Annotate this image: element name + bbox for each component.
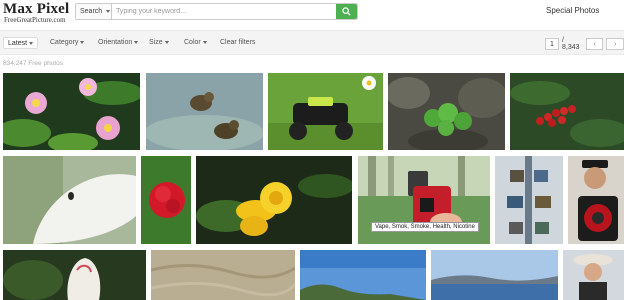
- sky-hills-image: [300, 250, 426, 300]
- photo-sky-hills[interactable]: [300, 250, 426, 300]
- photo-child-speaker[interactable]: [568, 156, 624, 244]
- ducklings-image: [146, 73, 263, 150]
- toy-atv-image: [268, 73, 383, 150]
- white-petal-image: [3, 156, 136, 244]
- yellow-flower-image: [196, 156, 352, 244]
- page-total: / 8,343: [562, 37, 580, 51]
- search-bar: Search: [75, 3, 358, 20]
- sand-image: [151, 250, 295, 300]
- chevron-down-icon: [106, 10, 111, 13]
- photo-white-petal[interactable]: [3, 156, 136, 244]
- decorative-post-image: [495, 156, 563, 244]
- photo-sand[interactable]: [151, 250, 295, 300]
- photo-green-plant[interactable]: [388, 73, 505, 150]
- photo-red-berries[interactable]: [510, 73, 624, 150]
- sort-dropdown[interactable]: Latest: [3, 37, 39, 49]
- photo-girl-hat[interactable]: [563, 250, 624, 300]
- results-count: 834,247 Free photos: [3, 60, 63, 67]
- photo-water-lilies[interactable]: [3, 73, 140, 150]
- category-filter[interactable]: Category: [50, 39, 85, 46]
- orientation-filter[interactable]: Orientation: [98, 39, 139, 46]
- chevron-down-icon: [202, 41, 207, 44]
- size-filter[interactable]: Size: [149, 39, 169, 46]
- orientation-filter-label: Orientation: [98, 39, 133, 46]
- search-icon: [342, 7, 351, 16]
- photo-ducklings[interactable]: [146, 73, 263, 150]
- special-photos-link[interactable]: Special Photos: [546, 6, 599, 15]
- red-berries-image: [510, 73, 624, 150]
- red-carnation-image: [141, 156, 191, 244]
- sort-label: Latest: [8, 39, 28, 47]
- next-page-button[interactable]: ›: [606, 38, 624, 50]
- photo-toy-atv[interactable]: [268, 73, 383, 150]
- size-filter-label: Size: [149, 39, 163, 46]
- tulip-image: [3, 250, 146, 300]
- chevron-down-icon: [164, 41, 169, 44]
- girl-hat-image: [563, 250, 624, 300]
- water-lily-image: [3, 73, 140, 150]
- filter-bar: Latest Category Orientation Size Color C…: [0, 30, 624, 55]
- photo-tooltip: Vape, Smok, Smoke, Health, Nicotine: [371, 222, 479, 232]
- chevron-right-icon: ›: [614, 40, 617, 48]
- photo-lake[interactable]: [431, 250, 558, 300]
- child-speaker-image: [568, 156, 624, 244]
- search-scope-label: Search: [80, 8, 103, 15]
- color-filter-label: Color: [184, 39, 201, 46]
- search-input[interactable]: [112, 4, 336, 19]
- photo-red-carnation[interactable]: [141, 156, 191, 244]
- search-button[interactable]: [336, 4, 357, 19]
- chevron-down-icon: [134, 41, 139, 44]
- chevron-down-icon: [29, 41, 34, 45]
- chevron-down-icon: [80, 41, 85, 44]
- category-filter-label: Category: [50, 39, 79, 46]
- green-plant-image: [388, 73, 505, 150]
- clear-filters-link[interactable]: Clear filters: [220, 39, 255, 46]
- logo-title: Max Pixel: [3, 1, 70, 17]
- pagination: / 8,343 ‹ ›: [545, 37, 624, 51]
- logo-subtitle: FreeGreatPicture.com: [4, 16, 66, 24]
- search-scope-dropdown[interactable]: Search: [76, 4, 112, 19]
- page-number-input[interactable]: [545, 38, 559, 50]
- photo-yellow-flower[interactable]: [196, 156, 352, 244]
- photo-tulip[interactable]: [3, 250, 146, 300]
- lake-image: [431, 250, 558, 300]
- prev-page-button[interactable]: ‹: [585, 38, 604, 50]
- color-filter[interactable]: Color: [184, 39, 207, 46]
- top-header: Max Pixel FreeGreatPicture.com Search Sp…: [0, 0, 624, 26]
- photo-decorative-post[interactable]: [495, 156, 563, 244]
- site-logo[interactable]: Max Pixel FreeGreatPicture.com: [3, 1, 70, 25]
- chevron-left-icon: ‹: [593, 40, 596, 48]
